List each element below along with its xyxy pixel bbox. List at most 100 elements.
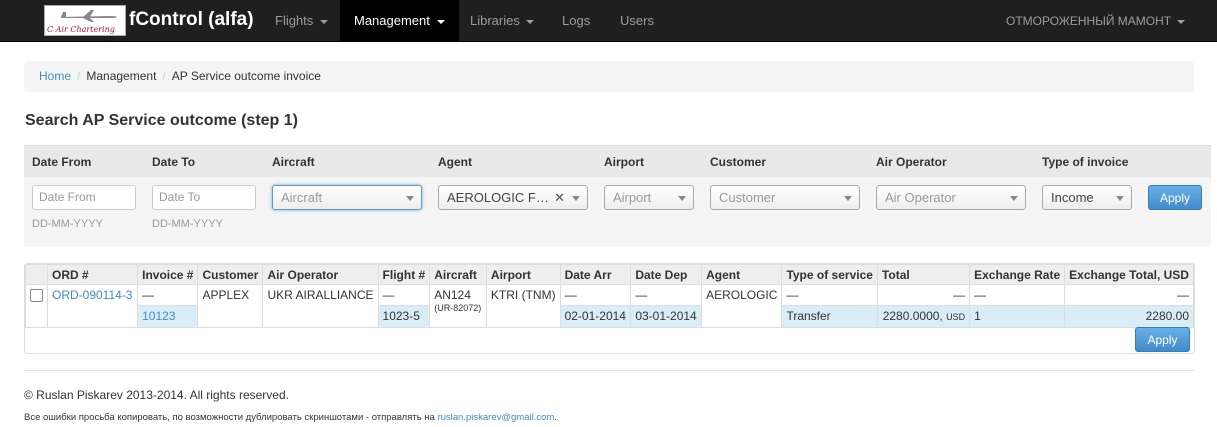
nav-management[interactable]: Management xyxy=(340,0,459,42)
date-to-input[interactable]: Date To xyxy=(152,185,256,210)
aircraft-registration: (UR-82072) xyxy=(434,303,482,313)
customer-select[interactable]: Customer xyxy=(710,185,860,210)
chevron-down-icon xyxy=(844,196,852,201)
total-currency: USD xyxy=(946,312,966,322)
customer-select-value: Customer xyxy=(719,190,776,205)
column-header[interactable]: Total xyxy=(876,264,971,285)
column-header[interactable]: Flight # xyxy=(377,264,431,285)
cell-exch-total: 2280.00 xyxy=(1064,305,1194,328)
total-amount: 2280.0000, xyxy=(882,309,943,323)
cell-flight: 1023-5 xyxy=(377,305,431,328)
air-operator-select-value: Air Operator xyxy=(885,190,956,205)
airplane-icon xyxy=(61,10,117,22)
column-header[interactable]: Exchange Rate xyxy=(969,264,1066,285)
cell-date-dep: 03-01-2014 xyxy=(630,305,703,328)
cell-customer: APPLEX xyxy=(197,284,264,328)
breadcrumb-home[interactable]: Home xyxy=(39,69,71,83)
footer-note-text: Все ошибки просьба копировать, по возмож… xyxy=(24,412,435,423)
header-aircraft: Aircraft xyxy=(272,155,315,169)
airport-select[interactable]: Airport xyxy=(604,185,694,210)
column-header[interactable]: Exchange Total, USD xyxy=(1064,264,1194,285)
cell-total-top: — xyxy=(876,284,971,306)
column-header[interactable]: Agent xyxy=(701,264,783,285)
footer-note: Все ошибки просьба копировать, по возмож… xyxy=(24,412,557,423)
column-header[interactable]: Airport xyxy=(485,264,561,285)
column-header[interactable]: Air Operator xyxy=(262,264,379,285)
air-operator-select[interactable]: Air Operator xyxy=(876,185,1026,210)
chevron-down-icon xyxy=(1010,196,1018,201)
cell-exch-top: — xyxy=(1064,284,1194,306)
table-header-row: ORD # Invoice # Customer Air Operator Fl… xyxy=(25,264,1194,285)
breadcrumb-current: AP Service outcome invoice xyxy=(171,69,321,83)
clear-icon[interactable]: ✕ xyxy=(554,186,565,209)
nav-logs-label: Logs xyxy=(562,13,591,28)
chevron-down-icon xyxy=(1116,196,1124,201)
date-to-hint: DD-MM-YYYY xyxy=(152,218,223,230)
header-date-to: Date To xyxy=(152,155,196,169)
filter-panel: Date From DD-MM-YYYY Date To DD-MM-YYYY … xyxy=(24,177,1211,247)
nav-flights-label: Flights xyxy=(275,13,314,28)
nav-libraries[interactable]: Libraries xyxy=(470,0,535,42)
nav-logs[interactable]: Logs xyxy=(562,0,590,42)
caret-down-icon xyxy=(1177,19,1186,24)
column-header[interactable]: Aircraft xyxy=(429,264,487,285)
column-header[interactable]: Type of service xyxy=(781,264,878,285)
cell-flight-top: — xyxy=(377,284,431,306)
logo-text: C Air Chartering xyxy=(47,25,115,34)
page-title: Search AP Service outcome (step 1) xyxy=(25,112,298,129)
table-apply-button[interactable]: Apply xyxy=(1135,327,1190,352)
top-navbar: C Air Chartering fControl (alfa) Flights… xyxy=(0,0,1217,42)
column-header[interactable]: Customer xyxy=(197,264,264,285)
header-airport: Airport xyxy=(604,155,644,169)
footer-copyright: © Ruslan Piskarev 2013-2014. All rights … xyxy=(24,388,289,402)
cell-aircraft: AN124 (UR-82072) xyxy=(429,284,487,328)
footer-email-link[interactable]: ruslan.piskarev@gmail.com xyxy=(437,412,554,423)
brand-title[interactable]: fControl (alfa) xyxy=(129,9,254,31)
user-menu[interactable]: ОТМОРОЖЕННЫЙ МАМОНТ xyxy=(1006,0,1186,42)
nav-management-label: Management xyxy=(354,13,430,28)
cell-air-operator: UKR AIRALLIANCE xyxy=(262,284,379,328)
nav-libraries-label: Libraries xyxy=(470,13,520,28)
results-table: ORD # Invoice # Customer Air Operator Fl… xyxy=(25,264,1194,328)
company-logo[interactable]: C Air Chartering xyxy=(44,5,126,36)
cell-rate-top: — xyxy=(969,284,1066,306)
header-air-operator: Air Operator xyxy=(876,155,947,169)
date-from-hint: DD-MM-YYYY xyxy=(32,218,103,230)
type-of-invoice-select[interactable]: Income xyxy=(1042,185,1132,210)
aircraft-select[interactable]: Aircraft xyxy=(272,185,422,210)
cell-date-arr-top: — xyxy=(559,284,632,306)
column-header[interactable]: Date Dep xyxy=(630,264,703,285)
aircraft-select-value: Aircraft xyxy=(281,190,323,205)
aircraft-type: AN124 xyxy=(434,288,471,302)
agent-select[interactable]: AEROLOGIC F… ✕ xyxy=(438,185,588,210)
filter-apply-button[interactable]: Apply xyxy=(1148,185,1202,210)
cell-airport: KTRI (TNM) xyxy=(485,284,561,328)
cell-service-top: — xyxy=(781,284,878,306)
order-link[interactable]: ORD-090114-3 xyxy=(52,288,132,302)
chevron-down-icon xyxy=(572,196,580,201)
row-checkbox[interactable] xyxy=(30,289,43,302)
date-from-input[interactable]: Date From xyxy=(32,185,136,210)
user-name: ОТМОРОЖЕННЫЙ МАМОНТ xyxy=(1006,14,1172,28)
nav-flights[interactable]: Flights xyxy=(275,0,328,42)
caret-down-icon xyxy=(526,19,535,24)
column-header[interactable]: Invoice # xyxy=(137,264,199,285)
cell-total: 2280.0000, USD xyxy=(876,305,971,328)
header-date-from: Date From xyxy=(32,155,92,169)
nav-users[interactable]: Users xyxy=(620,0,654,42)
cell-invoice: 10123 xyxy=(137,305,199,328)
cell-date-arr: 02-01-2014 xyxy=(559,305,632,328)
table-row: ORD-090114-3 — APPLEX UKR AIRALLIANCE — … xyxy=(25,284,1194,328)
footer-note-end: . xyxy=(554,412,557,423)
agent-select-value: AEROLOGIC F… xyxy=(447,190,549,205)
caret-down-icon xyxy=(436,19,445,24)
chevron-down-icon xyxy=(678,196,686,201)
row-checkbox-cell xyxy=(25,284,48,328)
column-header[interactable]: ORD # xyxy=(46,264,139,285)
results-table-panel: ORD # Invoice # Customer Air Operator Fl… xyxy=(24,263,1195,354)
invoice-link[interactable]: 10123 xyxy=(142,309,175,323)
breadcrumb-separator: / xyxy=(77,69,81,83)
cell-invoice-top: — xyxy=(137,284,199,306)
column-header[interactable]: Date Arr xyxy=(559,264,632,285)
column-header-select xyxy=(25,264,48,285)
